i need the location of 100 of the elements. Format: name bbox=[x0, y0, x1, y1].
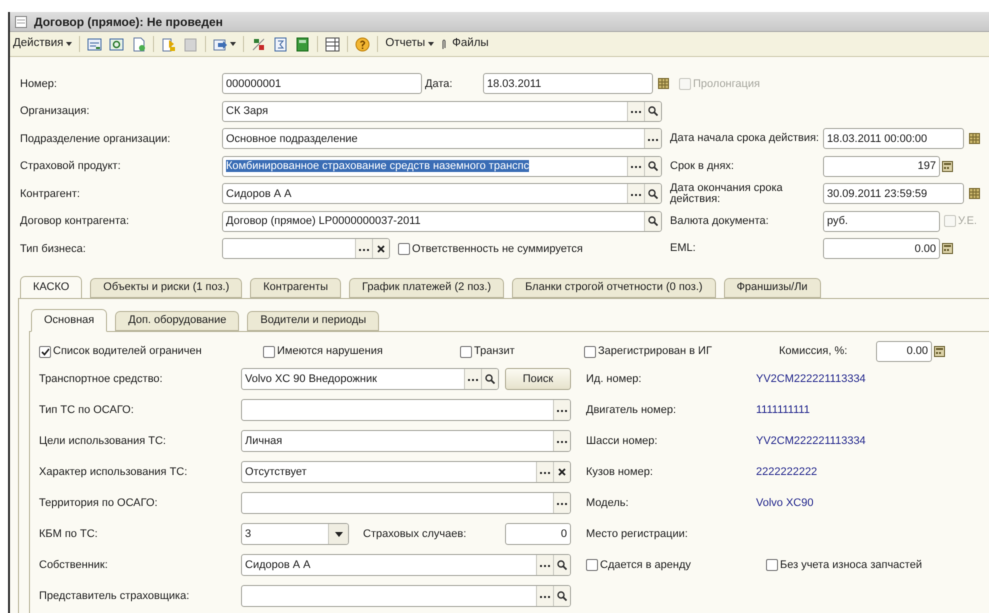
book-icon[interactable] bbox=[295, 36, 310, 52]
checkbox[interactable]: Транзит bbox=[460, 343, 584, 360]
date-field[interactable]: 18.03.2011 00:00:00 bbox=[823, 128, 964, 150]
text-field[interactable]: Договор (прямое) LP0000000037-2011 bbox=[222, 210, 662, 232]
open-button[interactable] bbox=[553, 586, 570, 606]
choose-button[interactable] bbox=[464, 369, 481, 389]
field-label: EML: bbox=[670, 243, 697, 254]
field-label: Дата: bbox=[424, 76, 454, 92]
field-label: Ид. номер: bbox=[586, 372, 642, 387]
tab[interactable]: Франшизы/Ли bbox=[724, 278, 821, 298]
arrow-document-icon[interactable] bbox=[213, 36, 228, 52]
text-field[interactable]: Сидоров А А bbox=[222, 183, 662, 204]
ellipsis-icon bbox=[631, 109, 641, 114]
field-label: Характер использования ТС: bbox=[39, 464, 188, 480]
choose-button[interactable] bbox=[536, 586, 553, 606]
text-field[interactable]: Сидоров А А bbox=[241, 554, 571, 576]
number-field[interactable]: 000000001 bbox=[222, 73, 422, 94]
choose-button[interactable] bbox=[644, 129, 661, 148]
text-field[interactable]: Основное подразделение bbox=[222, 128, 662, 150]
reports-menu[interactable]: Отчеты bbox=[385, 35, 434, 53]
clear-icon bbox=[558, 468, 566, 476]
choose-button[interactable] bbox=[627, 184, 644, 204]
text-field[interactable] bbox=[241, 399, 571, 421]
field-label: Подразделение организации: bbox=[20, 132, 172, 146]
clear-button[interactable] bbox=[553, 462, 570, 482]
open-button[interactable] bbox=[644, 156, 661, 176]
dropdown-field[interactable]: 3 bbox=[241, 523, 349, 545]
dropdown-button[interactable] bbox=[328, 524, 348, 544]
rows-icon[interactable] bbox=[325, 36, 340, 52]
open-button[interactable] bbox=[644, 184, 661, 204]
calendar-icon bbox=[969, 133, 980, 144]
number-field[interactable]: 197 bbox=[823, 156, 940, 177]
checkbox[interactable]: Зарегистрирован в ИГ bbox=[584, 343, 779, 360]
field-label: Территория по ОСАГО: bbox=[39, 496, 159, 511]
text-field[interactable]: руб. bbox=[823, 210, 940, 232]
field-label: Дата окончания срока действия: bbox=[670, 182, 784, 205]
tab[interactable]: Водители и периоды bbox=[247, 310, 380, 330]
tab[interactable]: КАСКО bbox=[20, 276, 82, 298]
text-field[interactable]: Отсутствует bbox=[241, 461, 571, 483]
document-arrow-icon[interactable] bbox=[161, 36, 176, 52]
text-field[interactable] bbox=[222, 238, 390, 260]
number-field[interactable]: 0 bbox=[505, 523, 571, 545]
tab[interactable]: Бланки строгой отчетности (0 поз.) bbox=[512, 278, 716, 298]
field-label: Номер: bbox=[20, 76, 58, 92]
checkbox[interactable]: Ответственность не суммируется bbox=[398, 240, 583, 257]
text-field[interactable]: Личная bbox=[241, 430, 571, 452]
choose-button[interactable] bbox=[536, 555, 553, 575]
tab[interactable]: График платежей (2 поз.) bbox=[349, 278, 504, 298]
date-field[interactable]: 18.03.2011 bbox=[483, 73, 653, 94]
tab[interactable]: Доп. оборудование bbox=[115, 310, 240, 330]
field-label: Организация: bbox=[20, 104, 90, 119]
field-label: Место регистрации: bbox=[586, 526, 689, 542]
number-field[interactable]: 0.00 bbox=[876, 341, 932, 362]
choose-button[interactable] bbox=[627, 102, 644, 121]
open-button[interactable] bbox=[481, 369, 498, 389]
choose-button[interactable] bbox=[536, 462, 553, 482]
field-label: Договор контрагента: bbox=[20, 214, 130, 229]
text-field[interactable] bbox=[241, 492, 571, 514]
search-button[interactable]: Поиск bbox=[505, 368, 571, 390]
field-label: Контрагент: bbox=[20, 186, 81, 202]
choose-button[interactable] bbox=[553, 431, 570, 451]
checkbox[interactable]: Имеются нарушения bbox=[263, 343, 460, 360]
help-icon[interactable] bbox=[355, 36, 370, 52]
field-label: Собственник: bbox=[39, 558, 109, 573]
number-field[interactable]: 0.00 bbox=[823, 238, 940, 260]
date-field[interactable]: 30.09.2011 23:59:59 bbox=[823, 183, 964, 204]
new-document-icon[interactable] bbox=[131, 36, 146, 52]
text-field[interactable]: СК Заря bbox=[222, 100, 662, 122]
clear-button[interactable] bbox=[372, 239, 389, 258]
choose-button[interactable] bbox=[627, 156, 644, 176]
tab[interactable]: Объекты и риски (1 поз.) bbox=[90, 278, 242, 298]
actions-menu[interactable]: Действия bbox=[13, 35, 72, 53]
field-label: Цели использования ТС: bbox=[39, 434, 167, 449]
open-button[interactable] bbox=[553, 555, 570, 575]
choose-button[interactable] bbox=[355, 239, 372, 258]
checkbox[interactable]: Без учета износа запчастей bbox=[766, 556, 922, 574]
tab[interactable]: Основная bbox=[31, 308, 108, 332]
search-icon bbox=[485, 374, 495, 384]
calculator-icon bbox=[942, 243, 953, 254]
open-button[interactable] bbox=[644, 102, 661, 121]
calendar-icon bbox=[658, 78, 669, 90]
tab[interactable]: Контрагенты bbox=[250, 278, 342, 298]
files-button[interactable]: Файлы bbox=[441, 35, 489, 53]
caret-icon bbox=[334, 532, 342, 536]
checkbox[interactable]: Сдается в аренду bbox=[586, 556, 766, 574]
field-label: Представитель страховщика: bbox=[39, 588, 190, 604]
ellipsis-icon bbox=[648, 136, 658, 141]
caret-icon bbox=[428, 42, 434, 46]
text-field[interactable]: Volvo XC 90 Внедорожник bbox=[241, 368, 499, 390]
caret-icon[interactable] bbox=[230, 42, 236, 46]
choose-button[interactable] bbox=[553, 493, 570, 513]
open-button[interactable] bbox=[644, 212, 661, 231]
field-label: Страховых случаев: bbox=[362, 526, 468, 542]
window-icon[interactable] bbox=[109, 36, 124, 52]
field-label: Комиссия, %: bbox=[779, 344, 848, 360]
text-field[interactable]: Комбинированное страхование средств наземного транспс bbox=[222, 156, 662, 177]
ellipsis-icon bbox=[468, 377, 478, 381]
text-field[interactable] bbox=[241, 585, 571, 607]
choose-button[interactable] bbox=[553, 400, 570, 420]
checkbox[interactable]: Список водителей ограничен bbox=[39, 343, 263, 360]
